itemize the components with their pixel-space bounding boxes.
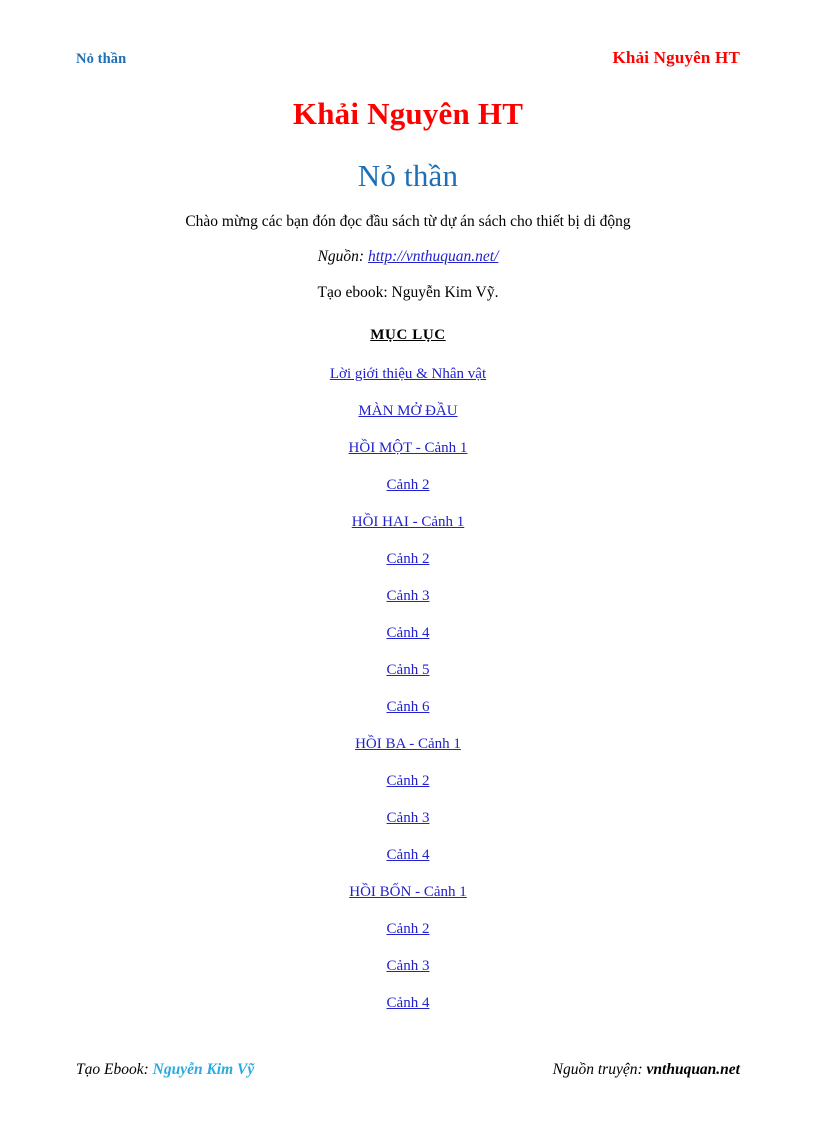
toc-item: Cảnh 4: [0, 622, 816, 659]
toc-item: Cảnh 3: [0, 807, 816, 844]
document-page: Nỏ thần Khải Nguyên HT Khải Nguyên HT Nỏ…: [0, 0, 816, 1123]
toc-list: Lời giới thiệu & Nhân vật MÀN MỞ ĐẦU HỒI M…: [0, 363, 816, 1029]
footer-ebook-author-name: Nguyễn Kim Vỹ: [152, 1061, 255, 1078]
toc-item: HỒI BA - Cảnh 1: [0, 733, 816, 770]
footer-source-credit: Nguồn truyện: vnthuquan.net: [553, 1061, 740, 1079]
toc-item: Cảnh 3: [0, 955, 816, 992]
ebook-maker-text: Tạo ebook: Nguyễn Kim Vỹ.: [317, 283, 499, 301]
running-header: Nỏ thần Khải Nguyên HT: [76, 48, 740, 68]
source-label: Nguồn:: [317, 248, 368, 266]
source-line: Nguồn: http://vnthuquan.net/: [0, 247, 816, 282]
toc-link[interactable]: Cảnh 4: [387, 995, 430, 1011]
toc-link[interactable]: Cảnh 3: [387, 810, 430, 826]
toc-item: Cảnh 2: [0, 770, 816, 807]
toc-link[interactable]: Cảnh 4: [387, 847, 430, 863]
toc-link[interactable]: Cảnh 2: [387, 477, 430, 493]
toc-link[interactable]: Cảnh 3: [387, 958, 430, 974]
running-footer: Tạo Ebook: Nguyễn Kim Vỹ Nguồn truyện: v…: [76, 1061, 740, 1079]
toc-link[interactable]: HỒI MỘT - Cảnh 1: [349, 440, 468, 456]
toc-link[interactable]: Cảnh 6: [387, 699, 430, 715]
intro-block: Chào mừng các bạn đón đọc đầu sách từ dự…: [0, 212, 816, 302]
toc-link[interactable]: Cảnh 5: [387, 662, 430, 678]
toc-link[interactable]: HỒI HAI - Cảnh 1: [352, 514, 464, 530]
toc-link[interactable]: Lời giới thiệu & Nhân vật: [330, 366, 486, 382]
toc-link[interactable]: Cảnh 3: [387, 588, 430, 604]
toc-item: HỒI HAI - Cảnh 1: [0, 511, 816, 548]
title-block: Khải Nguyên HT Nỏ thần: [0, 96, 816, 193]
toc-item: Cảnh 6: [0, 696, 816, 733]
toc-item: Cảnh 2: [0, 548, 816, 585]
header-book-title: Nỏ thần: [76, 51, 127, 67]
toc-link[interactable]: MÀN MỞ ĐẦU: [358, 403, 457, 419]
author-name-heading: Khải Nguyên HT: [292, 96, 524, 131]
footer-ebook-credit: Tạo Ebook: Nguyễn Kim Vỹ: [76, 1061, 254, 1079]
toc-item: HỒI MỘT - Cảnh 1: [0, 437, 816, 474]
table-of-contents: MỤC LỤC Lời giới thiệu & Nhân vật MÀN MỞ …: [0, 326, 816, 1029]
toc-link[interactable]: HỒI BA - Cảnh 1: [355, 736, 461, 752]
welcome-text: Chào mừng các bạn đón đọc đầu sách từ dự…: [185, 213, 631, 230]
toc-link[interactable]: HỒI BỐN - Cảnh 1: [349, 884, 467, 900]
book-title-heading: Nỏ thần: [357, 157, 459, 193]
toc-item: Cảnh 4: [0, 844, 816, 881]
footer-source-site-name: vnthuquan.net: [646, 1061, 740, 1078]
toc-link[interactable]: Cảnh 2: [387, 551, 430, 567]
footer-ebook-label: Tạo Ebook:: [76, 1061, 153, 1078]
toc-item: Cảnh 3: [0, 585, 816, 622]
footer-source-label: Nguồn truyện:: [552, 1061, 647, 1078]
header-author-name: Khải Nguyên HT: [612, 48, 740, 67]
source-url-link[interactable]: http://vnthuquan.net/: [368, 248, 498, 265]
toc-item: Cảnh 4: [0, 992, 816, 1029]
toc-item: Cảnh 2: [0, 918, 816, 955]
toc-link[interactable]: Cảnh 2: [387, 921, 430, 937]
toc-item: MÀN MỞ ĐẦU: [0, 400, 816, 437]
toc-item: Cảnh 2: [0, 474, 816, 511]
toc-heading: MỤC LỤC: [370, 327, 446, 343]
toc-item: Lời giới thiệu & Nhân vật: [0, 363, 816, 400]
toc-item: Cảnh 5: [0, 659, 816, 696]
toc-link[interactable]: Cảnh 4: [387, 625, 430, 641]
toc-link[interactable]: Cảnh 2: [387, 773, 430, 789]
toc-item: HỒI BỐN - Cảnh 1: [0, 881, 816, 918]
